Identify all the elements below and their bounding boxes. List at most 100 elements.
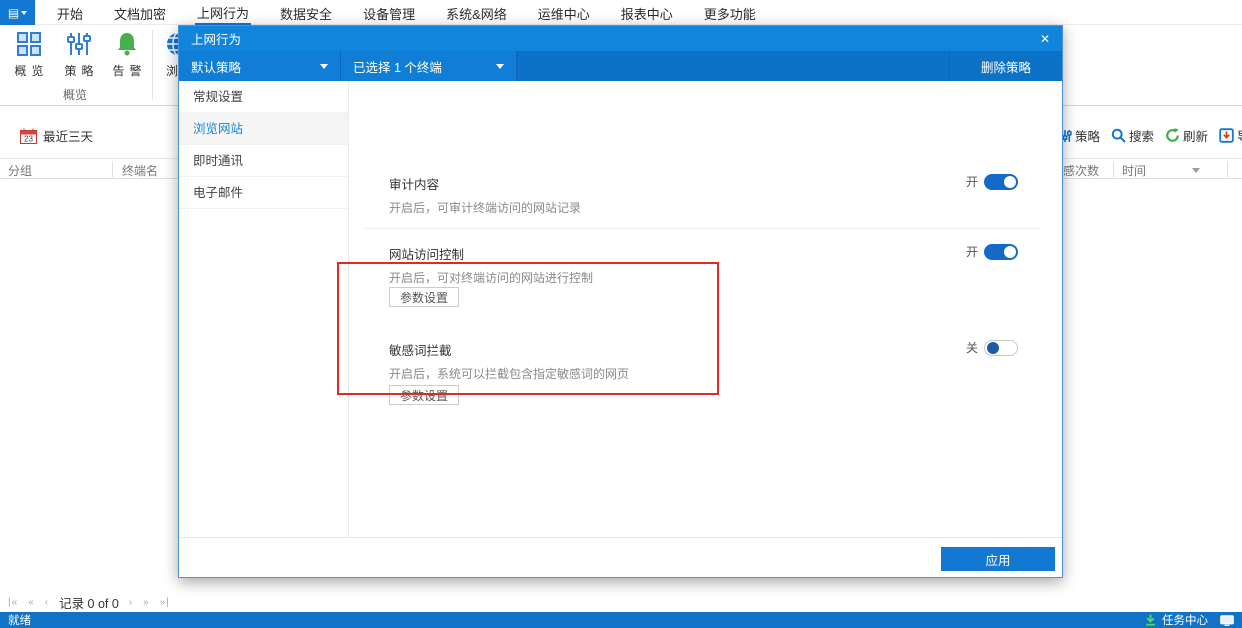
dialog-footer: 应用 bbox=[179, 537, 1062, 577]
column-header-time[interactable]: 时间 bbox=[1122, 162, 1146, 179]
policy-dropdown-value: 默认策略 bbox=[191, 60, 242, 75]
access-control-params-button[interactable]: 参数设置 bbox=[389, 287, 460, 307]
close-icon[interactable]: ✕ bbox=[1040, 32, 1050, 46]
tool-policy-label: 策略 bbox=[64, 64, 99, 78]
tool-overview[interactable]: 概览 bbox=[6, 30, 52, 79]
column-header-group[interactable]: 分组 bbox=[8, 162, 32, 179]
section-audit-description: 开启后，可审计终端访问的网站记录 bbox=[389, 201, 582, 215]
search-label: 搜索 bbox=[1129, 130, 1155, 144]
sensitive-words-toggle-row: 关 bbox=[966, 339, 1018, 356]
refresh-button[interactable]: 刷新 bbox=[1165, 126, 1208, 145]
svg-text:23: 23 bbox=[24, 134, 33, 143]
menu-item-start[interactable]: 开始 bbox=[55, 0, 85, 25]
menu-items: 开始 文档加密 上网行为 数据安全 设备管理 系统&网络 运维中心 报表中心 更… bbox=[55, 0, 758, 25]
monitor-icon[interactable] bbox=[1220, 614, 1234, 626]
menu-item-more[interactable]: 更多功能 bbox=[702, 0, 758, 25]
tool-alert-label: 告警 bbox=[112, 64, 147, 78]
app-window: ▤ 开始 文档加密 上网行为 数据安全 设备管理 系统&网络 运维中心 报表中心… bbox=[0, 0, 1242, 628]
toggle-knob bbox=[987, 341, 999, 354]
sliders-icon bbox=[56, 30, 102, 58]
fast-next-page-button[interactable]: » bbox=[143, 597, 150, 608]
record-count-label: 记录 0 of 0 bbox=[59, 597, 119, 611]
section-sensitive-words-title: 敏感词拦截 bbox=[389, 344, 452, 358]
tool-alert[interactable]: 告警 bbox=[104, 30, 150, 79]
toggle-state-label: 关 bbox=[965, 341, 978, 355]
fast-prev-page-button[interactable]: « bbox=[28, 597, 35, 608]
column-header-terminal[interactable]: 终端名 bbox=[122, 162, 158, 179]
menu-item-internet-behavior[interactable]: 上网行为 bbox=[195, 0, 252, 25]
sidebar-item-general-settings[interactable]: 常规设置 bbox=[179, 81, 348, 113]
toggle-knob bbox=[1004, 245, 1016, 258]
export-label: 导出 bbox=[1237, 126, 1242, 145]
calendar-icon: 23 bbox=[20, 128, 37, 144]
policy-action-button[interactable]: 策略 bbox=[1058, 126, 1100, 145]
internet-behavior-dialog: 上网行为 ✕ 默认策略 已选择 1 个终端 删除策略 常规设置 浏览网站 即时通… bbox=[178, 25, 1063, 578]
chevron-down-icon bbox=[320, 63, 328, 69]
ribbon-group-label: 概览 bbox=[62, 88, 87, 102]
delete-policy-button[interactable]: 删除策略 bbox=[949, 51, 1062, 81]
grid-icon bbox=[6, 30, 52, 58]
first-page-button[interactable]: |« bbox=[8, 597, 18, 608]
column-sort-caret-icon[interactable] bbox=[1192, 168, 1200, 173]
chevron-down-icon bbox=[496, 63, 504, 69]
menu-item-ops-center[interactable]: 运维中心 bbox=[536, 0, 592, 25]
column-separator[interactable] bbox=[1113, 161, 1114, 177]
menu-item-device-mgmt[interactable]: 设备管理 bbox=[361, 0, 417, 25]
policy-dropdown[interactable]: 默认策略 bbox=[179, 51, 341, 81]
section-access-control-title: 网站访问控制 bbox=[389, 248, 465, 262]
dialog-toolbar: 默认策略 已选择 1 个终端 删除策略 bbox=[179, 51, 1062, 81]
menu-item-data-security[interactable]: 数据安全 bbox=[278, 0, 334, 25]
sidebar-item-browse-websites[interactable]: 浏览网站 bbox=[179, 113, 348, 145]
menu-item-report-center[interactable]: 报表中心 bbox=[619, 0, 675, 25]
chevron-down-icon bbox=[21, 10, 28, 15]
search-icon bbox=[1111, 128, 1126, 143]
pagination-bar: |« « ‹ 记录 0 of 0 › » »| bbox=[0, 593, 1242, 612]
export-button[interactable]: 导出 bbox=[1219, 126, 1242, 145]
date-range-filter[interactable]: 23 最近三天 bbox=[20, 126, 93, 145]
bell-icon bbox=[104, 30, 150, 58]
download-arrow-icon bbox=[1146, 614, 1155, 626]
background-actions: 策略 搜索 刷新 导出 bbox=[1058, 126, 1242, 145]
export-icon bbox=[1219, 128, 1234, 143]
section-sensitive-words-description: 开启后，系统可以拦截包含指定敏感词的网页 bbox=[389, 367, 630, 381]
task-center-button[interactable]: 任务中心 bbox=[1162, 612, 1208, 628]
menu-item-system-network[interactable]: 系统&网络 bbox=[444, 0, 509, 25]
section-audit-title: 审计内容 bbox=[389, 178, 440, 192]
access-control-toggle-row: 开 bbox=[966, 243, 1018, 260]
prev-page-button[interactable]: ‹ bbox=[45, 597, 49, 608]
sensitive-words-toggle[interactable] bbox=[984, 339, 1018, 356]
date-range-label: 最近三天 bbox=[43, 130, 94, 144]
audit-toggle-row: 开 bbox=[966, 173, 1018, 190]
column-separator[interactable] bbox=[1227, 161, 1228, 177]
sidebar-item-email[interactable]: 电子邮件 bbox=[179, 177, 348, 209]
access-control-toggle[interactable] bbox=[984, 243, 1018, 260]
menu-item-doc-encrypt[interactable]: 文档加密 bbox=[112, 0, 168, 25]
statusbar-right: 任务中心 bbox=[1145, 612, 1234, 628]
dialog-content: 审计内容 开启后，可审计终端访问的网站记录 开 网站访问控制 开启后，可对终端访… bbox=[349, 81, 1062, 539]
terminal-dropdown-value: 已选择 1 个终端 bbox=[353, 60, 442, 75]
statusbar: 就绪 任务中心 bbox=[0, 612, 1242, 628]
last-page-button[interactable]: »| bbox=[160, 597, 170, 608]
policy-action-label: 策略 bbox=[1075, 130, 1101, 144]
menubar: ▤ 开始 文档加密 上网行为 数据安全 设备管理 系统&网络 运维中心 报表中心… bbox=[0, 0, 1242, 25]
tool-overview-label: 概览 bbox=[14, 64, 49, 78]
toggle-state-label: 开 bbox=[965, 175, 978, 189]
sensitive-words-params-button[interactable]: 参数设置 bbox=[389, 385, 460, 405]
refresh-label: 刷新 bbox=[1183, 130, 1209, 144]
column-separator[interactable] bbox=[112, 161, 113, 177]
app-menu-button[interactable]: ▤ bbox=[0, 0, 35, 25]
terminal-dropdown[interactable]: 已选择 1 个终端 bbox=[341, 51, 517, 81]
toggle-state-label: 开 bbox=[965, 245, 978, 259]
search-button[interactable]: 搜索 bbox=[1111, 126, 1154, 145]
apply-button[interactable]: 应用 bbox=[941, 547, 1055, 571]
document-icon: ▤ bbox=[7, 5, 20, 20]
dialog-sidebar: 常规设置 浏览网站 即时通讯 电子邮件 bbox=[179, 81, 349, 539]
next-page-button[interactable]: › bbox=[129, 597, 133, 608]
refresh-icon bbox=[1166, 128, 1179, 142]
dialog-titlebar: 上网行为 ✕ bbox=[179, 26, 1062, 51]
tool-policy[interactable]: 策略 bbox=[56, 30, 102, 79]
audit-content-toggle[interactable] bbox=[984, 173, 1018, 190]
sidebar-item-instant-messaging[interactable]: 即时通讯 bbox=[179, 145, 348, 177]
section-access-control-description: 开启后，可对终端访问的网站进行控制 bbox=[389, 271, 594, 285]
